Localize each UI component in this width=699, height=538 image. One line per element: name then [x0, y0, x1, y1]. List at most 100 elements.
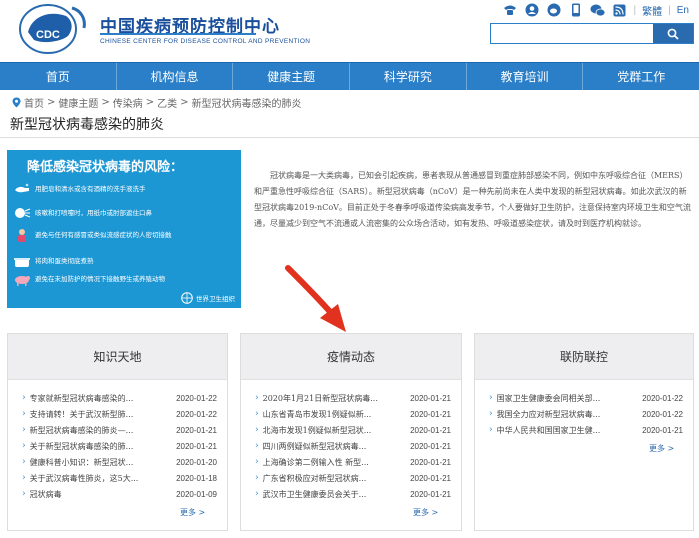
rss-icon[interactable]	[612, 3, 628, 17]
panel-joint-prevention: 联防联控 › 国家卫生健康委会同相关部... 2020-01-22 › 我国全力应对新…	[474, 333, 694, 531]
panel-title: 疫情动态	[241, 334, 461, 380]
breadcrumb-health[interactable]: 健康主题	[58, 95, 98, 110]
cdc-logo[interactable]: CDC	[14, 2, 96, 56]
nav-party[interactable]: 党群工作	[583, 63, 699, 90]
nav-org-info[interactable]: 机构信息	[117, 63, 234, 90]
list-item[interactable]: › 冠状病毒 2020-01-09	[22, 486, 217, 502]
animal-icon	[15, 276, 30, 286]
list-item[interactable]: › 广东省积极应对新型冠状病... 2020-01-21	[255, 470, 451, 486]
search-button[interactable]	[653, 24, 693, 43]
panel-title: 知识天地	[8, 334, 227, 380]
breadcrumb: 首页 > 健康主题 > 传染病 > 乙类 > 新型冠状病毒感染的肺炎	[12, 95, 302, 110]
more-link[interactable]: 更多 >	[413, 507, 438, 518]
item-title[interactable]: 中华人民共和国国家卫生健...	[497, 425, 601, 436]
breadcrumb-class-b[interactable]: 乙类	[157, 95, 177, 110]
breadcrumb-home[interactable]: 首页	[24, 95, 44, 110]
mobile-icon[interactable]	[568, 3, 584, 17]
nav-research[interactable]: 科学研究	[350, 63, 467, 90]
item-title[interactable]: 2020年1月21日新型冠状病毒...	[263, 393, 378, 404]
breadcrumb-separator: >	[145, 97, 155, 108]
site-header: CDC 中国疾病预防控制中心 CHINESE CENTER FOR DISEAS…	[0, 0, 699, 62]
search-box	[490, 23, 694, 44]
chevron-right-icon: ›	[22, 473, 26, 483]
chevron-right-icon: ›	[255, 457, 259, 467]
item-date: 2020-01-22	[642, 393, 683, 403]
item-title[interactable]: 四川两例疑似新型冠状病毒...	[263, 441, 367, 452]
chevron-right-icon: ›	[22, 393, 26, 403]
chevron-right-icon: ›	[489, 409, 493, 419]
item-date: 2020-01-21	[410, 409, 451, 419]
panel-knowledge: 知识天地 › 专家就新型冠状病毒感染的... 2020-01-22 › 支持请转！关于…	[7, 333, 228, 531]
user-icon[interactable]	[524, 3, 540, 17]
item-title[interactable]: 关于武汉病毒性肺炎，这5大...	[30, 473, 139, 484]
list-item[interactable]: › 关于新型冠状病毒感染的肺... 2020-01-21	[22, 438, 217, 454]
item-date: 2020-01-21	[410, 473, 451, 483]
list-item[interactable]: › 关于武汉病毒性肺炎，这5大... 2020-01-18	[22, 470, 217, 486]
item-title[interactable]: 健康科普小知识：新型冠状...	[30, 457, 134, 468]
lang-en-link[interactable]: En	[677, 5, 689, 16]
item-date: 2020-01-18	[176, 473, 217, 483]
list-item[interactable]: › 国家卫生健康委会同相关部... 2020-01-22	[489, 390, 683, 406]
item-title[interactable]: 广东省积极应对新型冠状病...	[263, 473, 367, 484]
list-item[interactable]: › 专家就新型冠状病毒感染的... 2020-01-22	[22, 390, 217, 406]
list-item[interactable]: › 新型冠状病毒感染的肺炎—... 2020-01-21	[22, 422, 217, 438]
item-title[interactable]: 北海市发现1例疑似新型冠状...	[263, 425, 372, 436]
item-title[interactable]: 新型冠状病毒感染的肺炎—...	[30, 425, 134, 436]
list-item[interactable]: › 健康科普小知识：新型冠状... 2020-01-20	[22, 454, 217, 470]
chevron-right-icon: ›	[255, 489, 259, 499]
more-link[interactable]: 更多 >	[180, 507, 205, 518]
item-title[interactable]: 支持请转！关于武汉新型肺...	[30, 409, 134, 420]
who-logo-icon	[181, 292, 193, 304]
item-title[interactable]: 专家就新型冠状病毒感染的...	[30, 393, 134, 404]
list-item[interactable]: › 山东省青岛市发现1例疑似新... 2020-01-21	[255, 406, 451, 422]
chevron-right-icon: ›	[22, 441, 26, 451]
search-input[interactable]	[491, 24, 653, 43]
list-item[interactable]: › 中华人民共和国国家卫生健... 2020-01-21	[489, 422, 683, 438]
weibo-icon[interactable]	[546, 3, 562, 17]
item-title[interactable]: 上海确诊第二例输入性 新型...	[263, 457, 369, 468]
who-poster-image: 降低感染冠状病毒的风险： 用肥皂和清水或含有酒精的洗手液洗手 咳嗽和打喷嚏时，用…	[7, 150, 241, 308]
list-item[interactable]: › 支持请转！关于武汉新型肺... 2020-01-22	[22, 406, 217, 422]
item-title[interactable]: 山东省青岛市发现1例疑似新...	[263, 409, 372, 420]
item-title[interactable]: 关于新型冠状病毒感染的肺...	[30, 441, 134, 452]
chevron-right-icon: ›	[255, 393, 259, 403]
breadcrumb-infectious[interactable]: 传染病	[113, 95, 143, 110]
chevron-right-icon: ›	[489, 425, 493, 435]
separator: |	[668, 4, 671, 16]
poster-row: 避免与任何有感冒或类似流感症状的人密切接触	[13, 228, 235, 242]
item-title[interactable]: 国家卫生健康委会同相关部...	[497, 393, 601, 404]
wechat-icon[interactable]	[590, 3, 606, 17]
item-title[interactable]: 武汉市卫生健康委员会关于...	[263, 489, 367, 500]
nav-home[interactable]: 首页	[0, 63, 117, 90]
chevron-right-icon: ›	[22, 409, 26, 419]
cooking-pot-icon	[14, 258, 30, 267]
title-underline	[100, 33, 256, 35]
lang-traditional-link[interactable]: 繁體	[642, 3, 662, 18]
nav-education[interactable]: 教育培训	[467, 63, 584, 90]
list-item[interactable]: › 上海确诊第二例输入性 新型... 2020-01-21	[255, 454, 451, 470]
nav-health-topics[interactable]: 健康主题	[233, 63, 351, 90]
top-utility-bar: | 繁體 | En	[502, 2, 689, 18]
item-date: 2020-01-21	[176, 425, 217, 435]
phone-icon[interactable]	[502, 3, 518, 17]
chevron-right-icon: ›	[22, 425, 26, 435]
sick-person-icon	[18, 229, 26, 242]
item-date: 2020-01-21	[410, 425, 451, 435]
item-date: 2020-01-21	[642, 425, 683, 435]
panel-epidemic-updates: 疫情动态 › 2020年1月21日新型冠状病毒... 2020-01-21 › 山东省…	[240, 333, 462, 531]
title-divider	[0, 137, 699, 138]
list-item[interactable]: › 我国全力应对新型冠状病毒... 2020-01-22	[489, 406, 683, 422]
more-link[interactable]: 更多 >	[649, 443, 674, 454]
item-date: 2020-01-21	[176, 441, 217, 451]
poster-row: 用肥皂和清水或含有酒精的洗手液洗手	[13, 182, 235, 196]
chevron-right-icon: ›	[22, 489, 26, 499]
item-title[interactable]: 冠状病毒	[30, 489, 62, 500]
poster-row-text: 咳嗽和打喷嚏时，用纸巾或肘部遮住口鼻	[35, 208, 152, 217]
list-item[interactable]: › 北海市发现1例疑似新型冠状... 2020-01-21	[255, 422, 451, 438]
cough-icon	[15, 208, 31, 218]
list-item[interactable]: › 2020年1月21日新型冠状病毒... 2020-01-21	[255, 390, 451, 406]
item-title[interactable]: 我国全力应对新型冠状病毒...	[497, 409, 601, 420]
breadcrumb-current: 新型冠状病毒感染的肺炎	[191, 99, 302, 110]
list-item[interactable]: › 武汉市卫生健康委员会关于... 2020-01-21	[255, 486, 451, 502]
list-item[interactable]: › 四川两例疑似新型冠状病毒... 2020-01-21	[255, 438, 451, 454]
